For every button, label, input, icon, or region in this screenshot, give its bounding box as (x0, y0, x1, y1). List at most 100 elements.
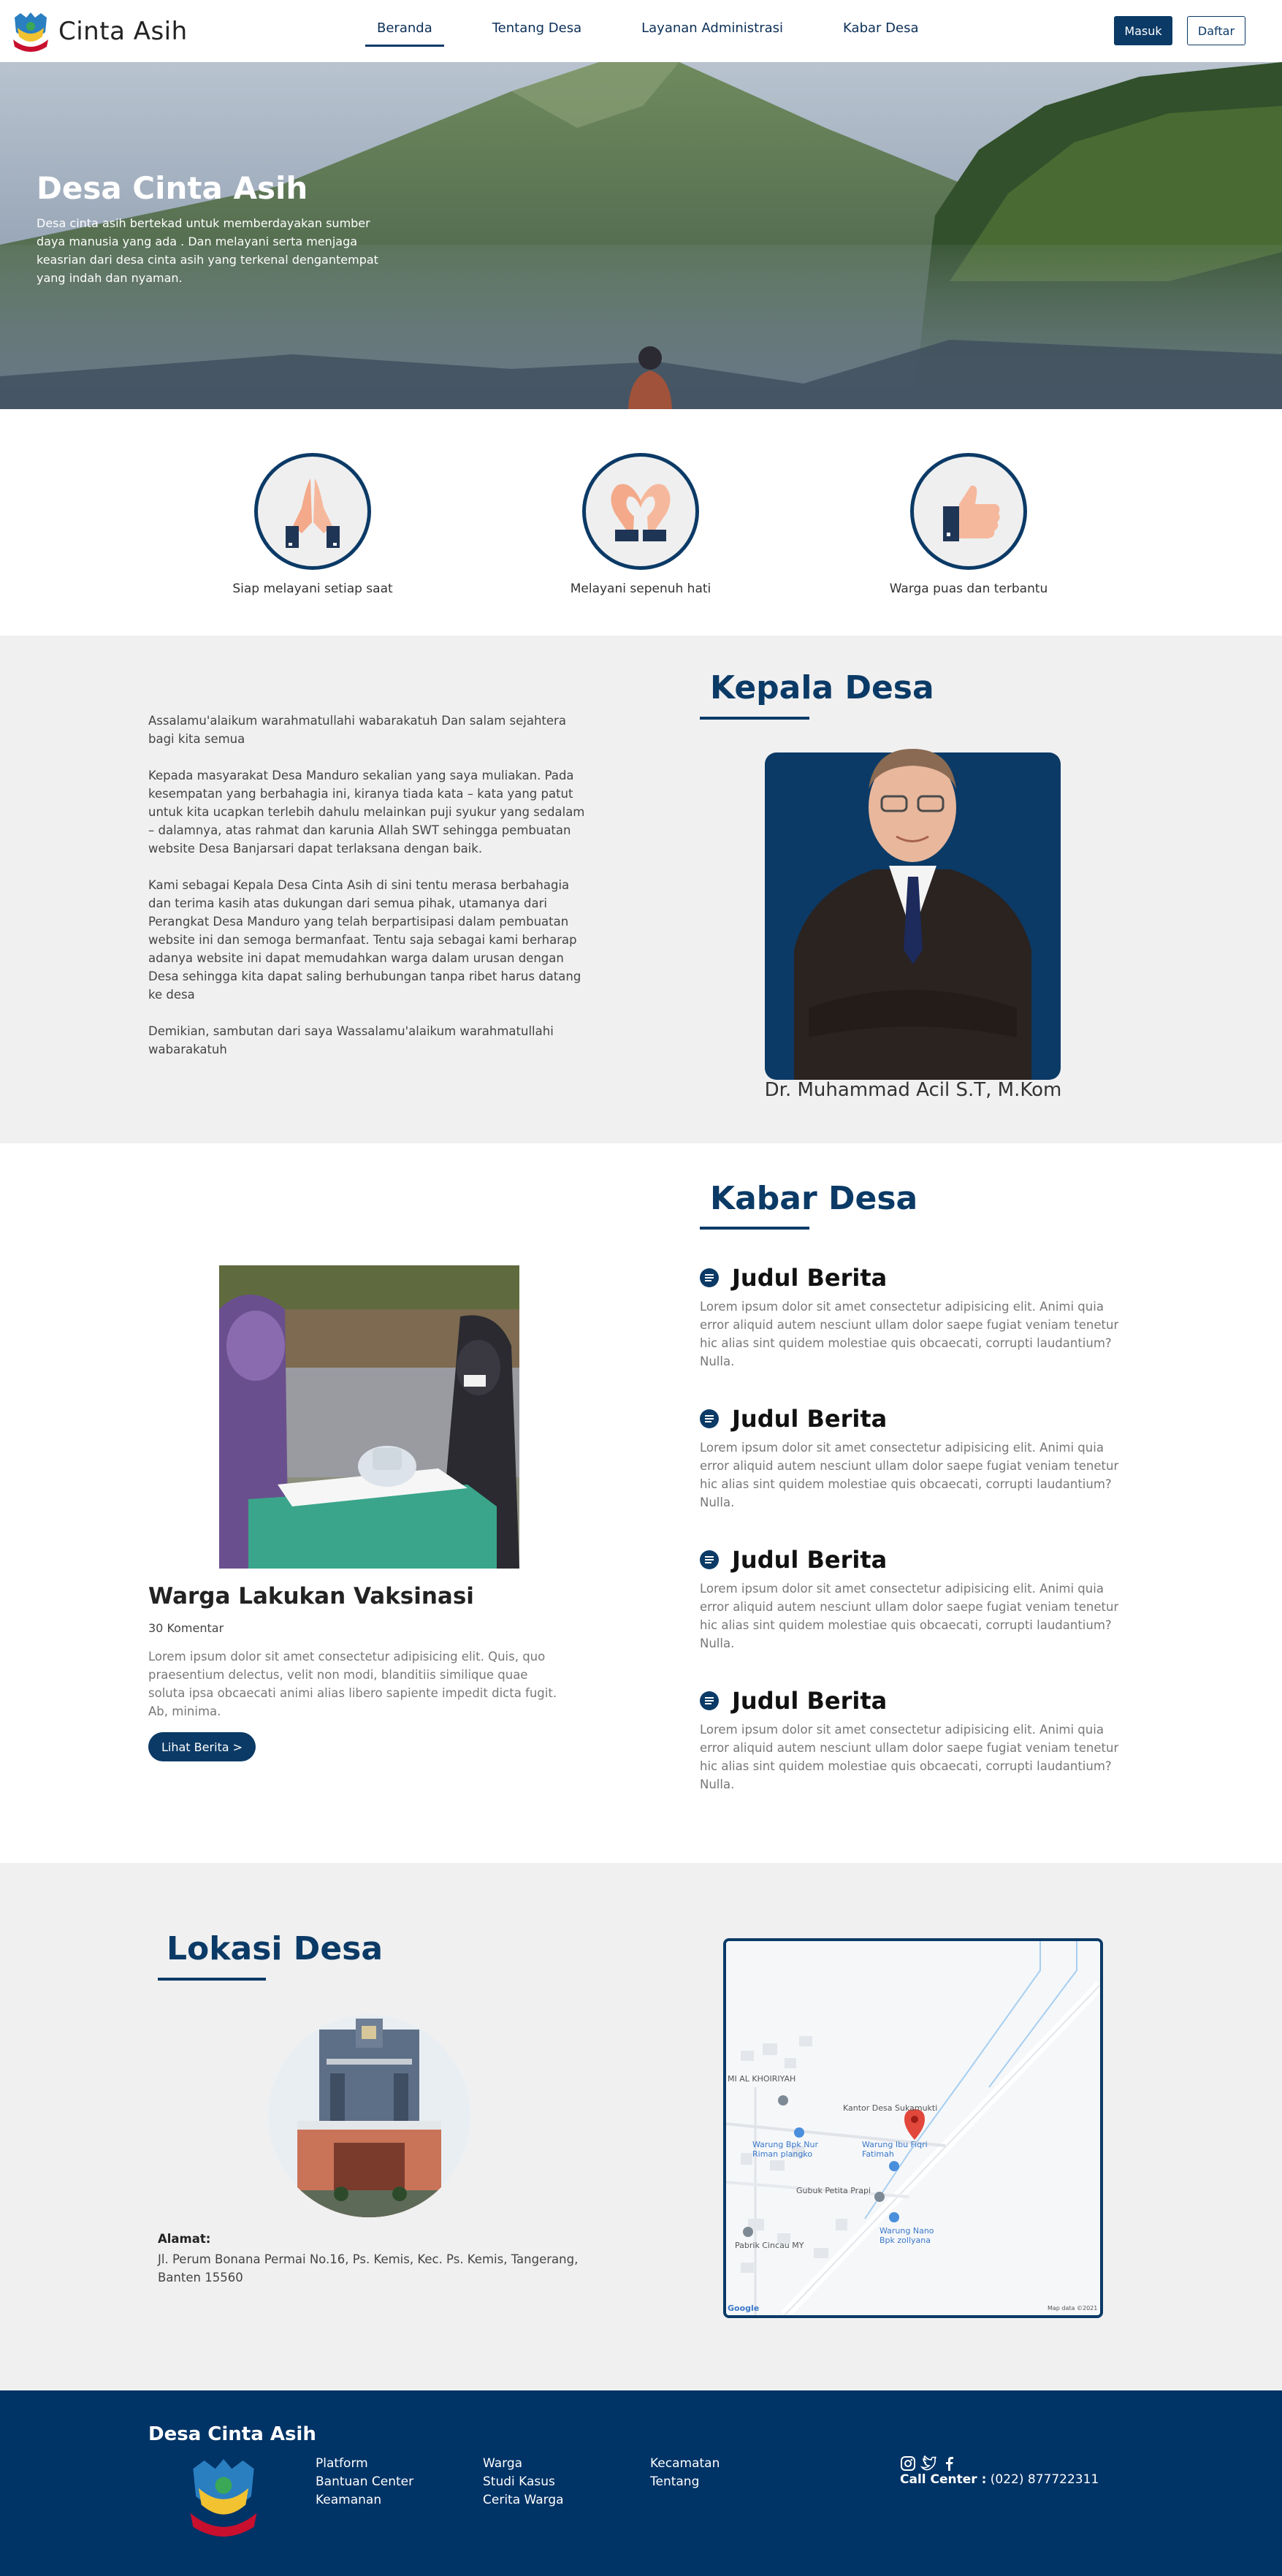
footer-link[interactable]: Cerita Warga (483, 2491, 564, 2510)
nav-kabar-desa[interactable]: Kabar Desa (831, 20, 930, 47)
news-item-header: Judul Berita (700, 1687, 1131, 1715)
map-place-label: Warung Bpk Nur Riman plangko (752, 2140, 818, 2159)
footer-link[interactable]: Keamanan (316, 2491, 413, 2510)
news-item-title[interactable]: Judul Berita (732, 1264, 887, 1292)
praying-hands-icon (286, 479, 340, 548)
feature-item: Warga puas dan terbantu (859, 453, 1078, 596)
village-office-photo (268, 2015, 470, 2217)
hero-description: Desa cinta asih bertekad untuk memberday… (37, 216, 378, 285)
call-center-number[interactable]: (022) 877722311 (986, 2472, 1099, 2487)
news-comment-count: 30 Komentar (148, 1621, 224, 1635)
footer-link[interactable]: Tentang (650, 2473, 720, 2491)
heading-underline (158, 1978, 266, 1981)
news-item-title[interactable]: Judul Berita (732, 1405, 887, 1433)
footer-title: Desa Cinta Asih (148, 2423, 316, 2445)
heart-hands-icon (611, 484, 671, 541)
news-item-text: Lorem ipsum dolor sit amet consectetur a… (700, 1582, 1119, 1650)
feature-label: Warga puas dan terbantu (889, 582, 1048, 596)
lokasi-heading: Lokasi Desa (167, 1930, 384, 1967)
brand-name: Cinta Asih (58, 17, 188, 46)
news-item-header: Judul Berita (700, 1546, 1131, 1574)
nav-layanan-administrasi[interactable]: Layanan Administrasi (630, 20, 795, 47)
welcome-paragraph: Kami sebagai Kepala Desa Cinta Asih di s… (148, 878, 581, 1002)
map-place-label: Warung Nano Bpk zollyana (880, 2226, 934, 2245)
feature-label: Melayani sepenuh hati (570, 582, 711, 596)
welcome-paragraph: Demikian, sambutan dari saya Wassalamu'a… (148, 1024, 554, 1056)
news-item-text: Lorem ipsum dolor sit amet consectetur a… (700, 1300, 1119, 1368)
footer-link[interactable]: Warga (483, 2455, 564, 2473)
kepala-desa-name: Dr. Muhammad Acil S.T, M.Kom (764, 1079, 1062, 1101)
nav-tentang-desa[interactable]: Tentang Desa (481, 20, 593, 47)
kepala-heading: Kepala Desa (710, 669, 934, 706)
news-list-icon (700, 1691, 719, 1710)
feature-circle (910, 453, 1027, 570)
social-links (900, 2455, 961, 2472)
address-text: Jl. Perum Bonana Permai No.16, Ps. Kemis… (158, 2252, 579, 2285)
welcome-paragraph: Kepada masyarakat Desa Manduro sekalian … (148, 769, 585, 856)
news-list-item[interactable]: Judul Berita Lorem ipsum dolor sit amet … (700, 1687, 1131, 1794)
news-featured-title[interactable]: Warga Lakukan Vaksinasi (148, 1583, 474, 1609)
feature-item: Siap melayani setiap saat (203, 453, 422, 596)
call-center: Call Center : (022) 877722311 (900, 2472, 1099, 2487)
village-emblem-icon (13, 12, 48, 52)
navbar: Cinta Asih Beranda Tentang Desa Layanan … (0, 0, 1282, 62)
heading-underline (700, 1227, 809, 1230)
feature-circle (582, 453, 699, 570)
news-list-item[interactable]: Judul Berita Lorem ipsum dolor sit amet … (700, 1264, 1131, 1371)
news-featured-image[interactable] (219, 1265, 519, 1569)
building-image (268, 2015, 470, 2217)
location-map[interactable]: MI AL KHOIRIYAH Kantor Desa Sukamukti Wa… (723, 1938, 1103, 2318)
news-list-item[interactable]: Judul Berita Lorem ipsum dolor sit amet … (700, 1546, 1131, 1653)
hero-banner: Desa Cinta Asih Desa cinta asih bertekad… (0, 62, 1282, 409)
news-item-header: Judul Berita (700, 1264, 1131, 1292)
welcome-message: Assalamu'alaikum warahmatullahi wabaraka… (148, 712, 594, 1077)
login-button[interactable]: Masuk (1114, 16, 1172, 45)
features-section: Siap melayani setiap saat Melayani sepen… (0, 409, 1282, 636)
kabar-desa-section: Kabar Desa Warga Lakukan Vaksinasi 30 Ko… (0, 1143, 1282, 1863)
footer-link[interactable]: Studi Kasus (483, 2473, 564, 2491)
instagram-icon[interactable] (900, 2455, 916, 2472)
kabar-heading: Kabar Desa (710, 1180, 918, 1217)
address-label: Alamat: (158, 2232, 211, 2246)
footer-column: Warga Studi Kasus Cerita Warga (483, 2455, 564, 2510)
news-item-title[interactable]: Judul Berita (732, 1687, 887, 1715)
news-item-title[interactable]: Judul Berita (732, 1546, 887, 1574)
call-center-label: Call Center : (900, 2472, 987, 2487)
map-attribution: Map data ©2021 (1048, 2305, 1098, 2312)
feature-circle (254, 453, 371, 570)
news-item-header: Judul Berita (700, 1405, 1131, 1433)
portrait-image (794, 749, 1031, 1080)
thumbs-up-icon (943, 485, 1000, 541)
kepala-desa-photo (765, 749, 1061, 1080)
map-place-label: MI AL KHOIRIYAH (728, 2074, 796, 2084)
footer-link[interactable]: Platform (316, 2455, 413, 2473)
village-emblem-icon (190, 2459, 257, 2537)
news-item-text: Lorem ipsum dolor sit amet consectetur a… (700, 1723, 1119, 1791)
hero-title: Desa Cinta Asih (37, 170, 308, 206)
page: Cinta Asih Beranda Tentang Desa Layanan … (0, 0, 1282, 2576)
footer-link[interactable]: Kecamatan (650, 2455, 720, 2473)
footer-column: Platform Bantuan Center Keamanan (316, 2455, 413, 2510)
map-canvas (726, 1941, 1100, 2315)
map-place-label: Warung Ibu Fiqri Fatimah (862, 2140, 928, 2159)
main-nav: Beranda Tentang Desa Layanan Administras… (365, 20, 931, 47)
nav-beranda[interactable]: Beranda (365, 20, 444, 47)
feature-label: Siap melayani setiap saat (232, 582, 393, 596)
facebook-icon[interactable] (941, 2455, 957, 2472)
footer-link[interactable]: Bantuan Center (316, 2473, 413, 2491)
map-place-label: Gubuk Petita Prapi (796, 2186, 871, 2195)
map-place-label: Kantor Desa Sukamukti (843, 2103, 938, 2113)
twitter-icon[interactable] (920, 2455, 936, 2472)
news-item-text: Lorem ipsum dolor sit amet consectetur a… (700, 1441, 1119, 1509)
view-news-button[interactable]: Lihat Berita > (148, 1732, 256, 1761)
register-button[interactable]: Daftar (1187, 16, 1245, 45)
footer: Desa Cinta Asih Platform Bantuan Center … (0, 2390, 1282, 2576)
news-list-icon (700, 1550, 719, 1569)
news-list-item[interactable]: Judul Berita Lorem ipsum dolor sit amet … (700, 1405, 1131, 1512)
news-list-icon (700, 1268, 719, 1287)
brand[interactable]: Cinta Asih (10, 10, 188, 53)
map-google-logo: Google (728, 2303, 760, 2313)
news-list-icon (700, 1409, 719, 1428)
kepala-desa-section: Assalamu'alaikum warahmatullahi wabaraka… (0, 636, 1282, 1143)
welcome-paragraph: Assalamu'alaikum warahmatullahi wabaraka… (148, 714, 566, 746)
